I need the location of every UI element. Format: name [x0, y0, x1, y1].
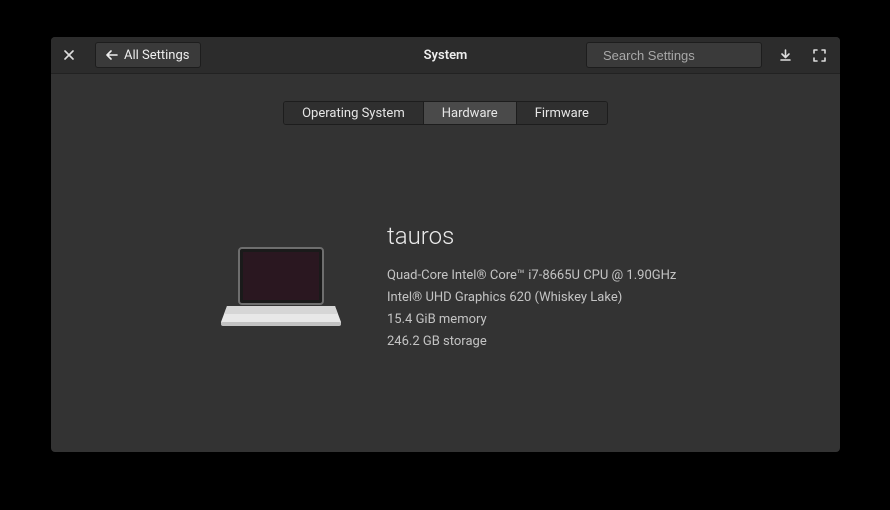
hardware-content: tauros Quad-Core Intel® Core™ i7-8665U C… — [51, 225, 840, 353]
titlebar: All Settings System — [51, 37, 840, 74]
fullscreen-icon — [813, 49, 826, 62]
back-arrow-icon — [106, 50, 118, 60]
search-input[interactable] — [601, 47, 781, 64]
fullscreen-button[interactable] — [808, 44, 830, 66]
search-container[interactable] — [586, 42, 762, 68]
tab-firmware[interactable]: Firmware — [517, 102, 607, 124]
laptop-image — [221, 242, 341, 336]
close-icon — [64, 50, 74, 60]
download-button[interactable] — [774, 44, 796, 66]
tab-group: Operating System Hardware Firmware — [283, 101, 608, 125]
memory-spec: 15.4 GiB memory — [387, 309, 676, 331]
close-button[interactable] — [57, 43, 81, 67]
download-icon — [779, 49, 792, 62]
titlebar-right — [586, 42, 840, 68]
storage-spec: 246.2 GB storage — [387, 331, 676, 353]
gpu-spec: Intel® UHD Graphics 620 (Whiskey Lake) — [387, 287, 676, 309]
hostname: tauros — [387, 225, 676, 247]
tab-hardware[interactable]: Hardware — [424, 102, 517, 124]
system-settings-window: All Settings System Operating System Har… — [51, 37, 840, 452]
cpu-spec: Quad-Core Intel® Core™ i7-8665U CPU @ 1.… — [387, 265, 676, 287]
specs: tauros Quad-Core Intel® Core™ i7-8665U C… — [387, 225, 676, 353]
tab-operating-system[interactable]: Operating System — [284, 102, 424, 124]
back-button-label: All Settings — [124, 48, 190, 63]
all-settings-button[interactable]: All Settings — [95, 42, 201, 68]
tab-row: Operating System Hardware Firmware — [51, 101, 840, 125]
